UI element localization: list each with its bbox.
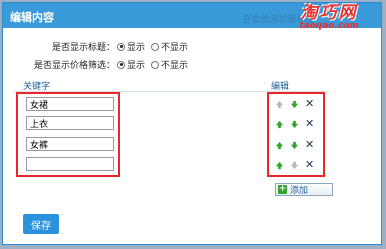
show-price-filter-option-hide[interactable]: 不显示 [151, 58, 188, 71]
delete-icon[interactable]: ✕ [305, 139, 314, 150]
delete-icon[interactable]: ✕ [305, 98, 314, 109]
add-button-label: 添加 [290, 186, 309, 196]
move-up-icon[interactable] [275, 120, 284, 129]
delete-icon[interactable]: ✕ [305, 159, 314, 170]
watermark-logo: 淘巧网 taoqao.com [283, 5, 375, 31]
row-3-controls: ✕ [275, 139, 314, 151]
plus-icon: + [278, 184, 287, 194]
move-down-icon[interactable] [290, 161, 299, 170]
save-button[interactable]: 保存 [23, 214, 59, 234]
move-up-icon[interactable] [275, 161, 284, 170]
keyword-input-2[interactable] [26, 116, 114, 130]
keyword-input-4[interactable] [26, 157, 114, 171]
radio-checked-icon[interactable] [117, 42, 125, 51]
add-keyword-button[interactable]: + 添加 [275, 183, 333, 196]
move-down-icon[interactable] [290, 100, 299, 109]
keyword-input-1[interactable] [26, 97, 114, 111]
radio-checked-icon[interactable] [117, 60, 125, 69]
show-title-radio-group: 显示 不显示 [117, 40, 192, 53]
show-price-filter-radio-group: 显示 不显示 [117, 58, 192, 71]
move-up-icon[interactable] [275, 141, 284, 150]
row-2-controls: ✕ [275, 118, 314, 130]
edit-content-dialog: 编辑内容 在此处添加新标签 淘巧网 taoqao.com 是否显示标题： 显示 … [2, 2, 382, 245]
show-price-filter-option-show[interactable]: 显示 [117, 58, 145, 71]
show-title-option-hide[interactable]: 不显示 [151, 40, 188, 53]
watermark-title: 淘巧网 [300, 3, 358, 23]
row-4-controls: ✕ [275, 159, 314, 171]
delete-icon[interactable]: ✕ [305, 118, 314, 129]
show-price-filter-label: 是否显示价格筛选： [33, 61, 115, 71]
keyword-input-3[interactable] [26, 137, 114, 151]
dialog-title: 编辑内容 [10, 11, 54, 24]
move-up-icon[interactable] [275, 100, 284, 109]
show-title-option-show[interactable]: 显示 [117, 40, 145, 53]
radio-unchecked-icon[interactable] [151, 60, 160, 69]
move-down-icon[interactable] [290, 141, 299, 150]
radio-unchecked-icon[interactable] [151, 42, 160, 51]
watermark-subtitle: taoqao.com [299, 21, 359, 31]
row-1-controls: ✕ [275, 98, 314, 110]
show-title-label: 是否显示标题： [51, 43, 115, 53]
move-down-icon[interactable] [290, 120, 299, 129]
